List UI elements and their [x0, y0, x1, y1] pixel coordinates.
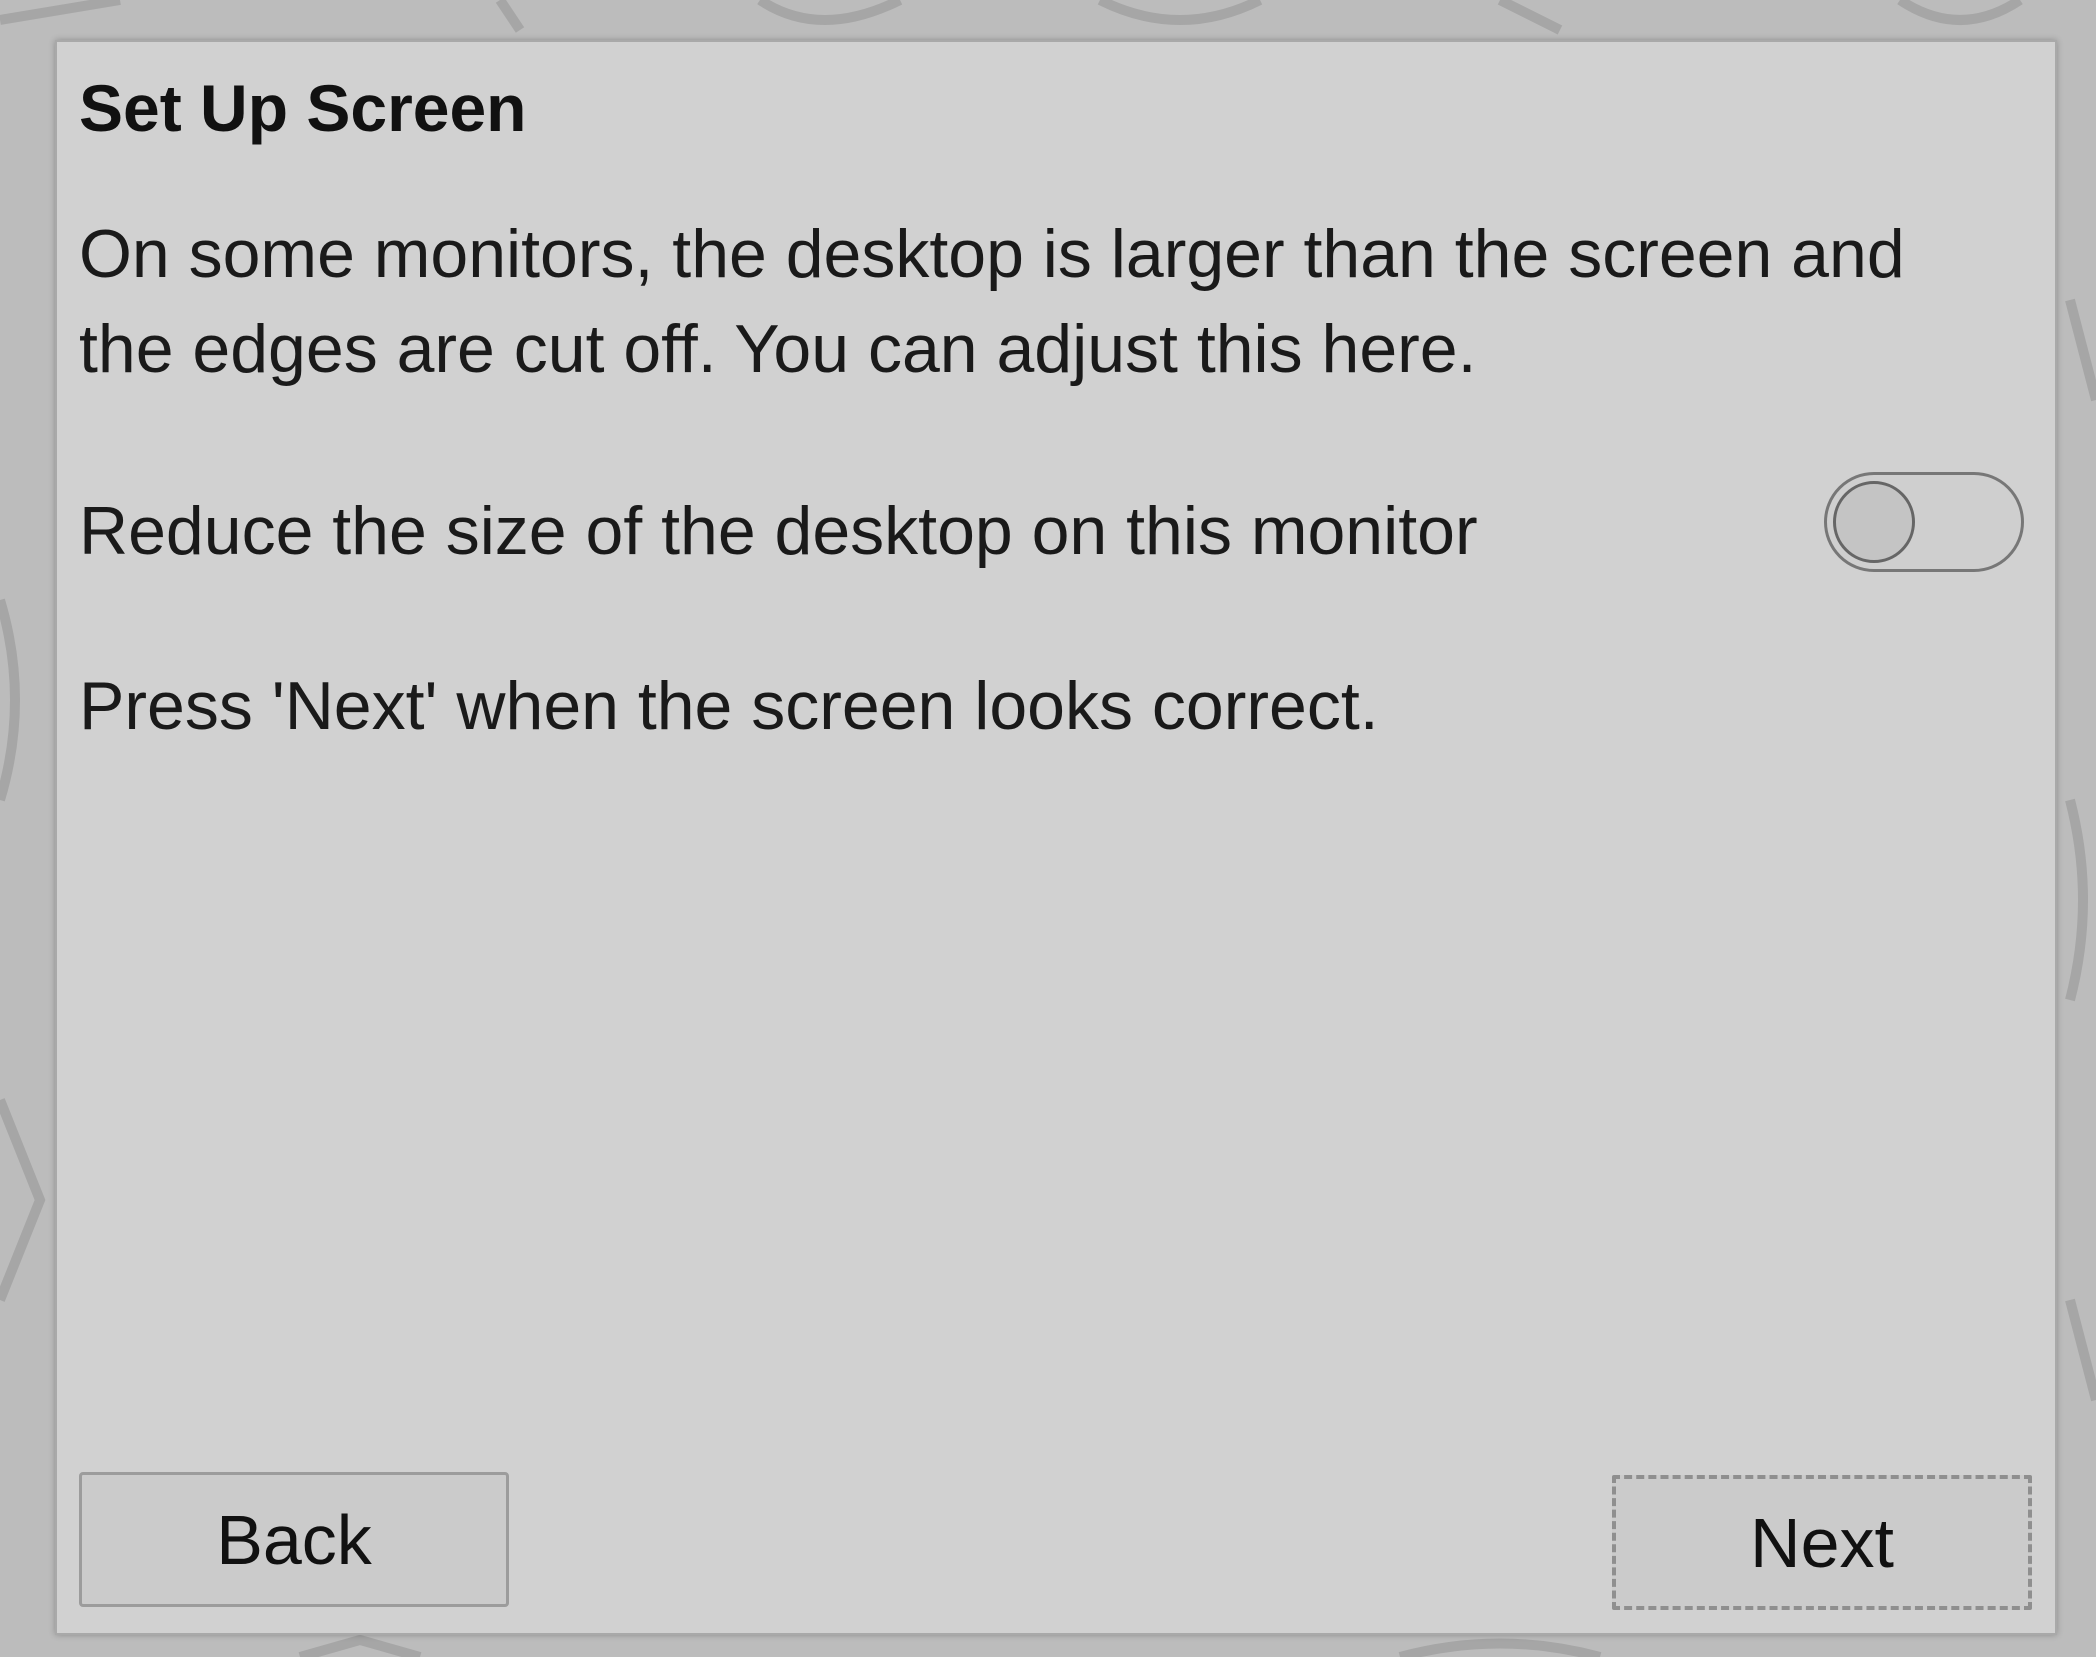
next-button[interactable]: Next [1612, 1475, 2032, 1610]
toggle-knob [1833, 481, 1915, 563]
setup-screen-dialog: Set Up Screen On some monitors, the desk… [55, 40, 2057, 1635]
back-button[interactable]: Back [79, 1472, 509, 1607]
reduce-desktop-toggle[interactable] [1824, 472, 2024, 572]
reduce-desktop-label: Reduce the size of the desktop on this m… [79, 493, 1478, 569]
dialog-description: On some monitors, the desktop is larger … [79, 216, 1905, 387]
dialog-title: Set Up Screen [79, 71, 527, 145]
reduce-desktop-option: Reduce the size of the desktop on this m… [79, 472, 2039, 592]
next-hint: Press 'Next' when the screen looks corre… [79, 668, 1379, 744]
